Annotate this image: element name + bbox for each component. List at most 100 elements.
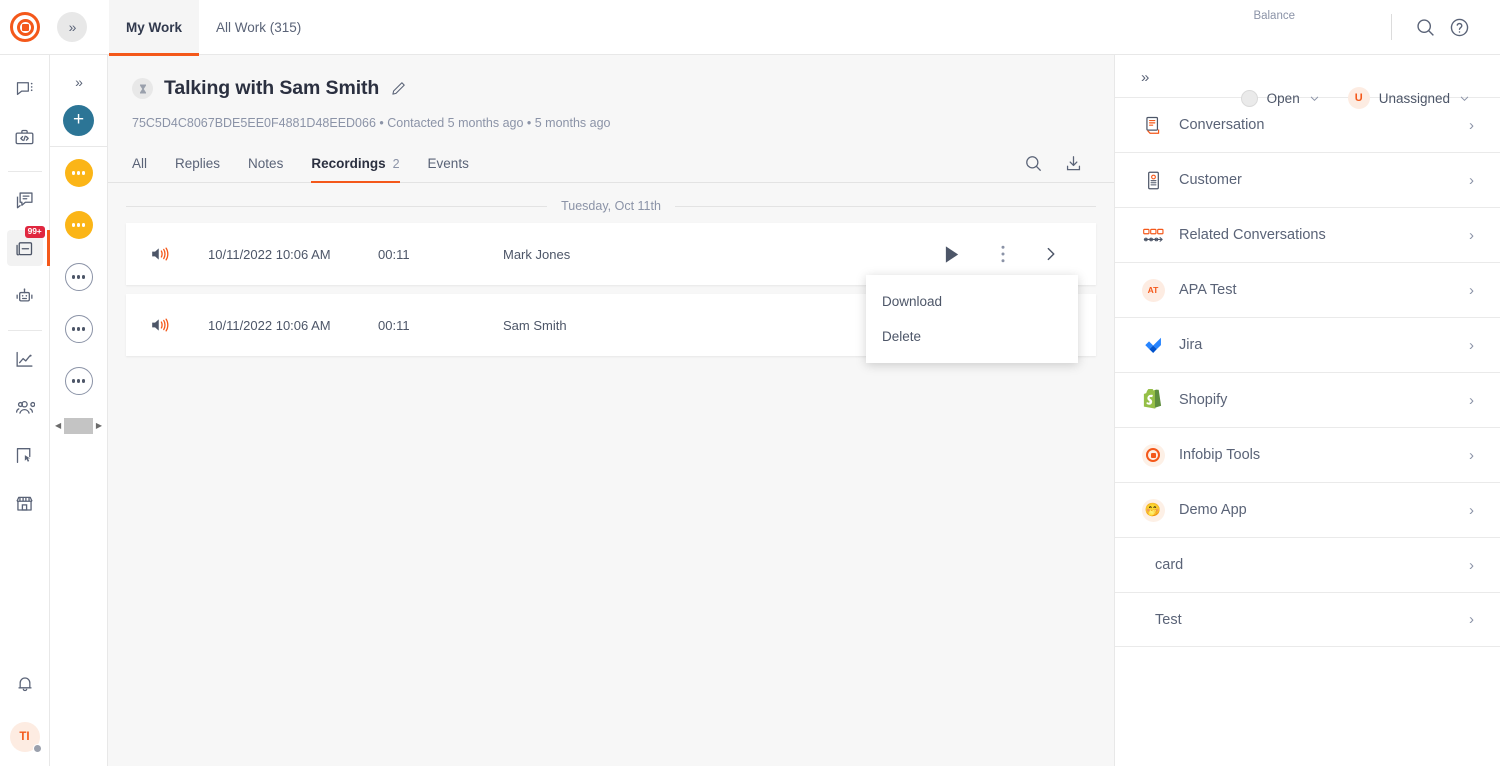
user-initials: TI [19, 731, 29, 743]
details-item-label: APA Test [1179, 282, 1455, 298]
tab-all-work[interactable]: All Work (315) [199, 0, 318, 55]
tab-my-work[interactable]: My Work [109, 0, 199, 55]
context-menu-delete[interactable]: Delete [866, 319, 1078, 354]
tab-all-label: All [132, 156, 147, 171]
divider [1391, 14, 1392, 40]
conversation-doc-glyph [1143, 115, 1164, 136]
apa-test-initials: AT [1142, 279, 1165, 302]
sidebar-item-flow[interactable] [7, 437, 43, 473]
queue-avatar-2[interactable] [65, 211, 93, 239]
queue-rail-collapse-button[interactable]: » [62, 65, 96, 99]
people-icon [14, 397, 35, 418]
details-item-label: Conversation [1179, 117, 1455, 133]
tab-events[interactable]: Events [428, 144, 469, 182]
details-item-demo-app[interactable]: 🤭 Demo App › [1115, 482, 1500, 537]
user-avatar[interactable]: TI [10, 722, 40, 752]
conversation-title-row: Talking with Sam Smith [132, 77, 1090, 100]
recording-duration: 00:11 [378, 247, 503, 262]
flow-icon [14, 445, 35, 466]
details-item-customer[interactable]: Customer › [1115, 152, 1500, 207]
scroll-right-arrow[interactable]: ▶ [96, 421, 102, 430]
global-search-button[interactable] [1408, 10, 1442, 44]
app-root: » My Work All Work (315) Balance [0, 0, 1500, 766]
main-nav-collapse-button[interactable]: » [57, 12, 87, 42]
chevron-right-icon: › [1469, 447, 1474, 464]
sidebar-item-developer-tools[interactable] [7, 119, 43, 155]
expand-row-button[interactable] [1030, 232, 1072, 276]
details-item-test[interactable]: Test › [1115, 592, 1500, 647]
dots-icon [72, 223, 85, 226]
jira-glyph [1143, 335, 1164, 356]
kebab-menu-icon [1001, 245, 1005, 263]
play-button[interactable] [928, 232, 976, 276]
infobip-mini-logo [1142, 444, 1165, 467]
queue-avatar-3[interactable] [65, 263, 93, 291]
download-icon [1064, 154, 1083, 173]
nav-divider [8, 171, 42, 172]
customer-card-glyph [1143, 170, 1164, 191]
scroll-left-arrow[interactable]: ◀ [55, 421, 61, 430]
details-item-card[interactable]: card › [1115, 537, 1500, 592]
tab-notes[interactable]: Notes [248, 144, 283, 182]
top-bar-right: Balance [1253, 0, 1500, 54]
sidebar-item-analytics[interactable] [7, 341, 43, 377]
sidebar-item-chatbot[interactable] [7, 278, 43, 314]
queue-rail: » + ◀ ▶ [50, 55, 108, 766]
store-icon [14, 493, 35, 514]
page-title: Talking with Sam Smith [164, 77, 379, 100]
analytics-icon [14, 349, 35, 370]
hourglass-icon [132, 78, 153, 99]
details-item-infobip-tools[interactable]: Infobip Tools › [1115, 427, 1500, 482]
scrollbar-thumb[interactable] [64, 418, 93, 434]
sidebar-item-inbox[interactable]: 99+ [7, 230, 43, 266]
tab-recordings[interactable]: Recordings 2 [311, 144, 399, 182]
search-recordings-button[interactable] [1016, 146, 1050, 180]
chevron-right-icon: › [1469, 557, 1474, 574]
inbox-icon [14, 238, 35, 259]
play-icon [944, 245, 961, 264]
help-button[interactable] [1442, 10, 1476, 44]
plus-icon: + [73, 110, 84, 129]
details-item-related-conversations[interactable]: Related Conversations › [1115, 207, 1500, 262]
sidebar-item-broadcast[interactable] [7, 182, 43, 218]
speaker-glyph [150, 245, 171, 263]
tab-all[interactable]: All [132, 144, 147, 182]
tab-notes-label: Notes [248, 156, 283, 171]
details-item-shopify[interactable]: Shopify › [1115, 372, 1500, 427]
infobip-logo[interactable] [0, 12, 50, 42]
queue-avatar-1[interactable] [65, 159, 93, 187]
queue-avatar-4[interactable] [65, 315, 93, 343]
chevron-right-icon: › [1469, 502, 1474, 519]
context-menu-download[interactable]: Download [866, 284, 1078, 319]
chevron-right-icon: › [1469, 392, 1474, 409]
details-item-jira[interactable]: Jira › [1115, 317, 1500, 372]
chevron-right-icon: › [1469, 172, 1474, 189]
assignee-dropdown[interactable]: U Unassigned [1342, 83, 1476, 113]
notifications-button[interactable] [7, 666, 43, 702]
inbox-badge: 99+ [25, 226, 45, 238]
queue-avatar-5[interactable] [65, 367, 93, 395]
details-panel-collapse-button[interactable]: » [1141, 69, 1148, 86]
sidebar-item-people[interactable] [7, 389, 43, 425]
tab-my-work-label: My Work [126, 20, 182, 35]
row-menu-button[interactable] [976, 232, 1030, 276]
chevron-double-right-icon: » [75, 75, 82, 89]
edit-title-button[interactable] [390, 80, 407, 97]
details-item-apa-test[interactable]: AT APA Test › [1115, 262, 1500, 317]
recordings-list: Tuesday, Oct 11th 10/11/2022 10:06 AM [108, 183, 1114, 766]
recording-timestamp: 10/11/2022 10:06 AM [208, 318, 378, 333]
tab-recordings-label: Recordings [311, 156, 385, 171]
add-conversation-button[interactable]: + [63, 105, 94, 136]
sidebar-item-store[interactable] [7, 485, 43, 521]
download-all-button[interactable] [1056, 146, 1090, 180]
dots-icon [72, 171, 85, 174]
queue-horizontal-scrollbar[interactable]: ◀ ▶ [55, 417, 102, 434]
sidebar-item-conversations[interactable] [7, 71, 43, 107]
status-dropdown[interactable]: Open [1235, 86, 1326, 111]
conversation-header: Talking with Sam Smith 75C5D4C8067BDE5EE… [108, 55, 1114, 130]
dots-icon [72, 379, 85, 382]
top-tabs: My Work All Work (315) [109, 0, 318, 55]
bell-icon [15, 674, 35, 694]
customer-card-icon [1141, 170, 1165, 191]
tab-replies[interactable]: Replies [175, 144, 220, 182]
